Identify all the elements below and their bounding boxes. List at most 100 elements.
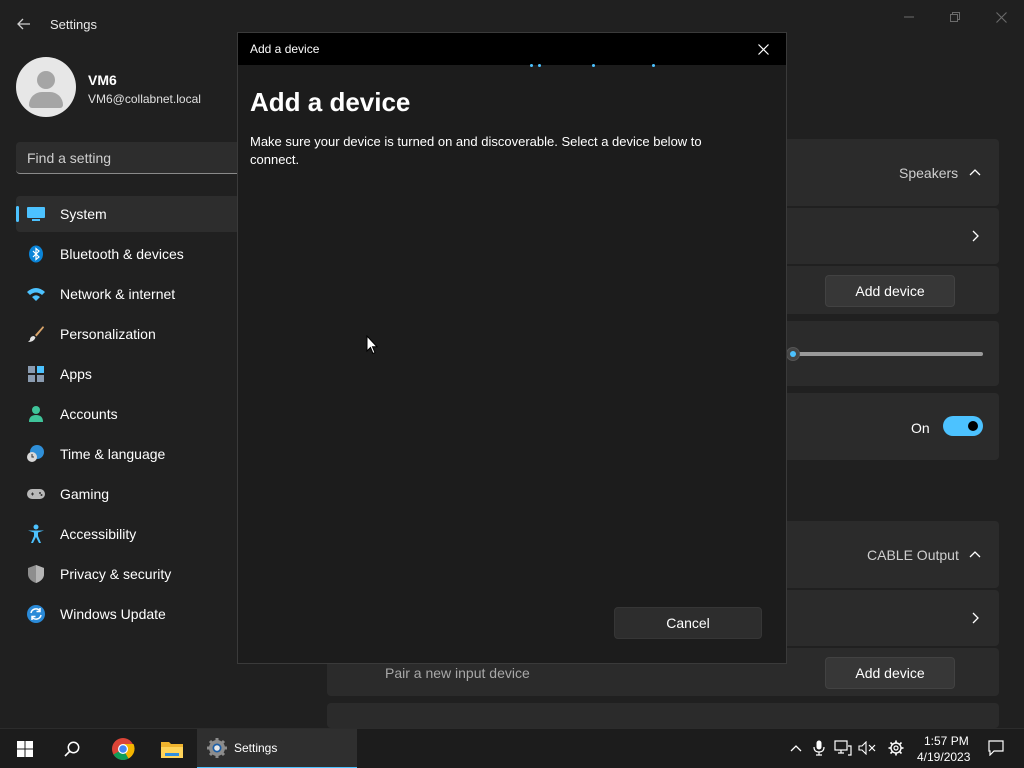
sidebar-item-label: Privacy & security [60, 566, 172, 582]
restore-icon [950, 12, 960, 22]
wifi-icon [26, 285, 46, 303]
sidebar-nav: System Bluetooth & devices Network & int… [16, 196, 240, 636]
network-tray-button[interactable] [834, 739, 852, 757]
shield-icon [26, 565, 46, 583]
pair-input-device-label: Pair a new input device [385, 665, 530, 681]
dialog-heading: Add a device [250, 87, 411, 117]
volume-slider-thumb[interactable] [786, 347, 800, 361]
dialog-titlebar-text: Add a device [250, 42, 320, 56]
sidebar-item-accessibility[interactable]: Accessibility [16, 516, 240, 552]
sidebar-item-label: Personalization [60, 326, 156, 342]
sidebar-item-label: Windows Update [60, 606, 166, 622]
sidebar-item-system[interactable]: System [16, 196, 240, 232]
bluetooth-icon [26, 245, 46, 263]
clock-date[interactable]: 4/19/2023 [917, 750, 970, 764]
search-input[interactable] [16, 142, 256, 173]
minimize-icon [904, 16, 914, 18]
user-email: VM6@collabnet.local [88, 92, 201, 106]
update-icon [26, 605, 46, 623]
output-device-value: Speakers [899, 165, 959, 181]
close-window-button[interactable] [978, 6, 1024, 28]
chevron-right-icon [971, 611, 979, 627]
avatar-body-icon [29, 92, 63, 108]
network-icon [834, 740, 852, 756]
sidebar-item-time-language[interactable]: Time & language [16, 436, 240, 472]
sidebar-item-label: Gaming [60, 486, 110, 502]
windows-logo-icon [17, 741, 33, 757]
chrome-taskbar-button[interactable] [106, 733, 140, 765]
taskbar: Settings 1:57 PM 4/19/2023 [0, 728, 1024, 768]
toggle-switch[interactable] [943, 416, 983, 436]
partial-card [327, 703, 999, 728]
sidebar-item-personalization[interactable]: Personalization [16, 316, 240, 352]
settings-taskbar-label: Settings [234, 741, 278, 755]
sidebar-item-label: Accessibility [60, 526, 137, 542]
close-icon [757, 43, 769, 55]
cancel-button[interactable]: Cancel [614, 607, 762, 639]
add-output-device-button[interactable]: Add device [825, 275, 955, 307]
sidebar-item-bluetooth[interactable]: Bluetooth & devices [16, 236, 240, 272]
dialog-description: Make sure your device is turned on and d… [250, 134, 702, 167]
sidebar-item-privacy[interactable]: Privacy & security [16, 556, 240, 592]
settings-gear-icon [207, 738, 227, 763]
sidebar-item-network[interactable]: Network & internet [16, 276, 240, 312]
mouse-cursor-icon [366, 335, 378, 355]
sidebar-item-accounts[interactable]: Accounts [16, 396, 240, 432]
sidebar-item-label: Time & language [60, 446, 166, 462]
microphone-icon [813, 740, 825, 756]
settings-taskbar-button[interactable]: Settings [197, 729, 357, 768]
file-explorer-taskbar-button[interactable] [155, 733, 189, 765]
accessibility-icon [26, 524, 46, 543]
chevron-up-icon [790, 745, 802, 752]
input-device-value: CABLE Output [867, 547, 959, 563]
start-button[interactable] [9, 733, 41, 765]
sidebar-item-label: Accounts [60, 406, 118, 422]
dialog-titlebar: Add a device [238, 33, 786, 65]
sidebar-item-label: System [60, 206, 107, 222]
back-arrow-icon [17, 18, 30, 30]
avatar[interactable] [16, 57, 76, 117]
dialog-close-button[interactable] [748, 35, 778, 63]
sidebar-item-label: Apps [60, 366, 92, 382]
gear-icon [888, 740, 904, 756]
user-name: VM6 [88, 72, 117, 88]
add-input-device-button[interactable]: Add device [825, 657, 955, 689]
settings-tray-button[interactable] [887, 739, 905, 757]
microphone-tray-button[interactable] [810, 739, 828, 757]
chevron-up-icon [969, 545, 981, 561]
gamepad-icon [26, 485, 46, 503]
apps-icon [26, 365, 46, 383]
back-button[interactable] [10, 10, 38, 38]
chrome-icon [112, 738, 135, 760]
volume-slider-track[interactable] [792, 352, 983, 356]
search-icon [64, 741, 80, 757]
chevron-up-icon [969, 163, 981, 179]
notifications-button[interactable] [987, 739, 1005, 757]
searching-progress-indicator [530, 64, 660, 70]
notification-icon [988, 740, 1004, 756]
sidebar-item-label: Network & internet [60, 286, 176, 302]
app-title: Settings [50, 17, 97, 32]
sidebar-item-gaming[interactable]: Gaming [16, 476, 240, 512]
speaker-muted-icon [858, 741, 876, 755]
person-icon [26, 405, 46, 423]
volume-tray-button[interactable] [858, 739, 876, 757]
system-icon [26, 205, 46, 223]
folder-icon [161, 742, 183, 758]
sidebar-item-windows-update[interactable]: Windows Update [16, 596, 240, 632]
search-button[interactable] [56, 733, 88, 765]
close-icon [995, 11, 1007, 23]
clock-globe-icon [26, 445, 46, 463]
sidebar-item-label: Bluetooth & devices [60, 246, 184, 262]
sidebar-item-apps[interactable]: Apps [16, 356, 240, 392]
avatar-head-icon [37, 71, 55, 89]
maximize-button[interactable] [932, 6, 978, 28]
toggle-state-label: On [911, 420, 930, 436]
minimize-button[interactable] [886, 6, 932, 28]
brush-icon [26, 325, 46, 343]
add-device-dialog: Add a device Add a device Make sure your… [237, 32, 787, 664]
clock-time[interactable]: 1:57 PM [924, 734, 969, 748]
chevron-right-icon [971, 229, 979, 245]
show-hidden-icons-button[interactable] [787, 739, 805, 757]
search-box[interactable] [16, 142, 256, 174]
